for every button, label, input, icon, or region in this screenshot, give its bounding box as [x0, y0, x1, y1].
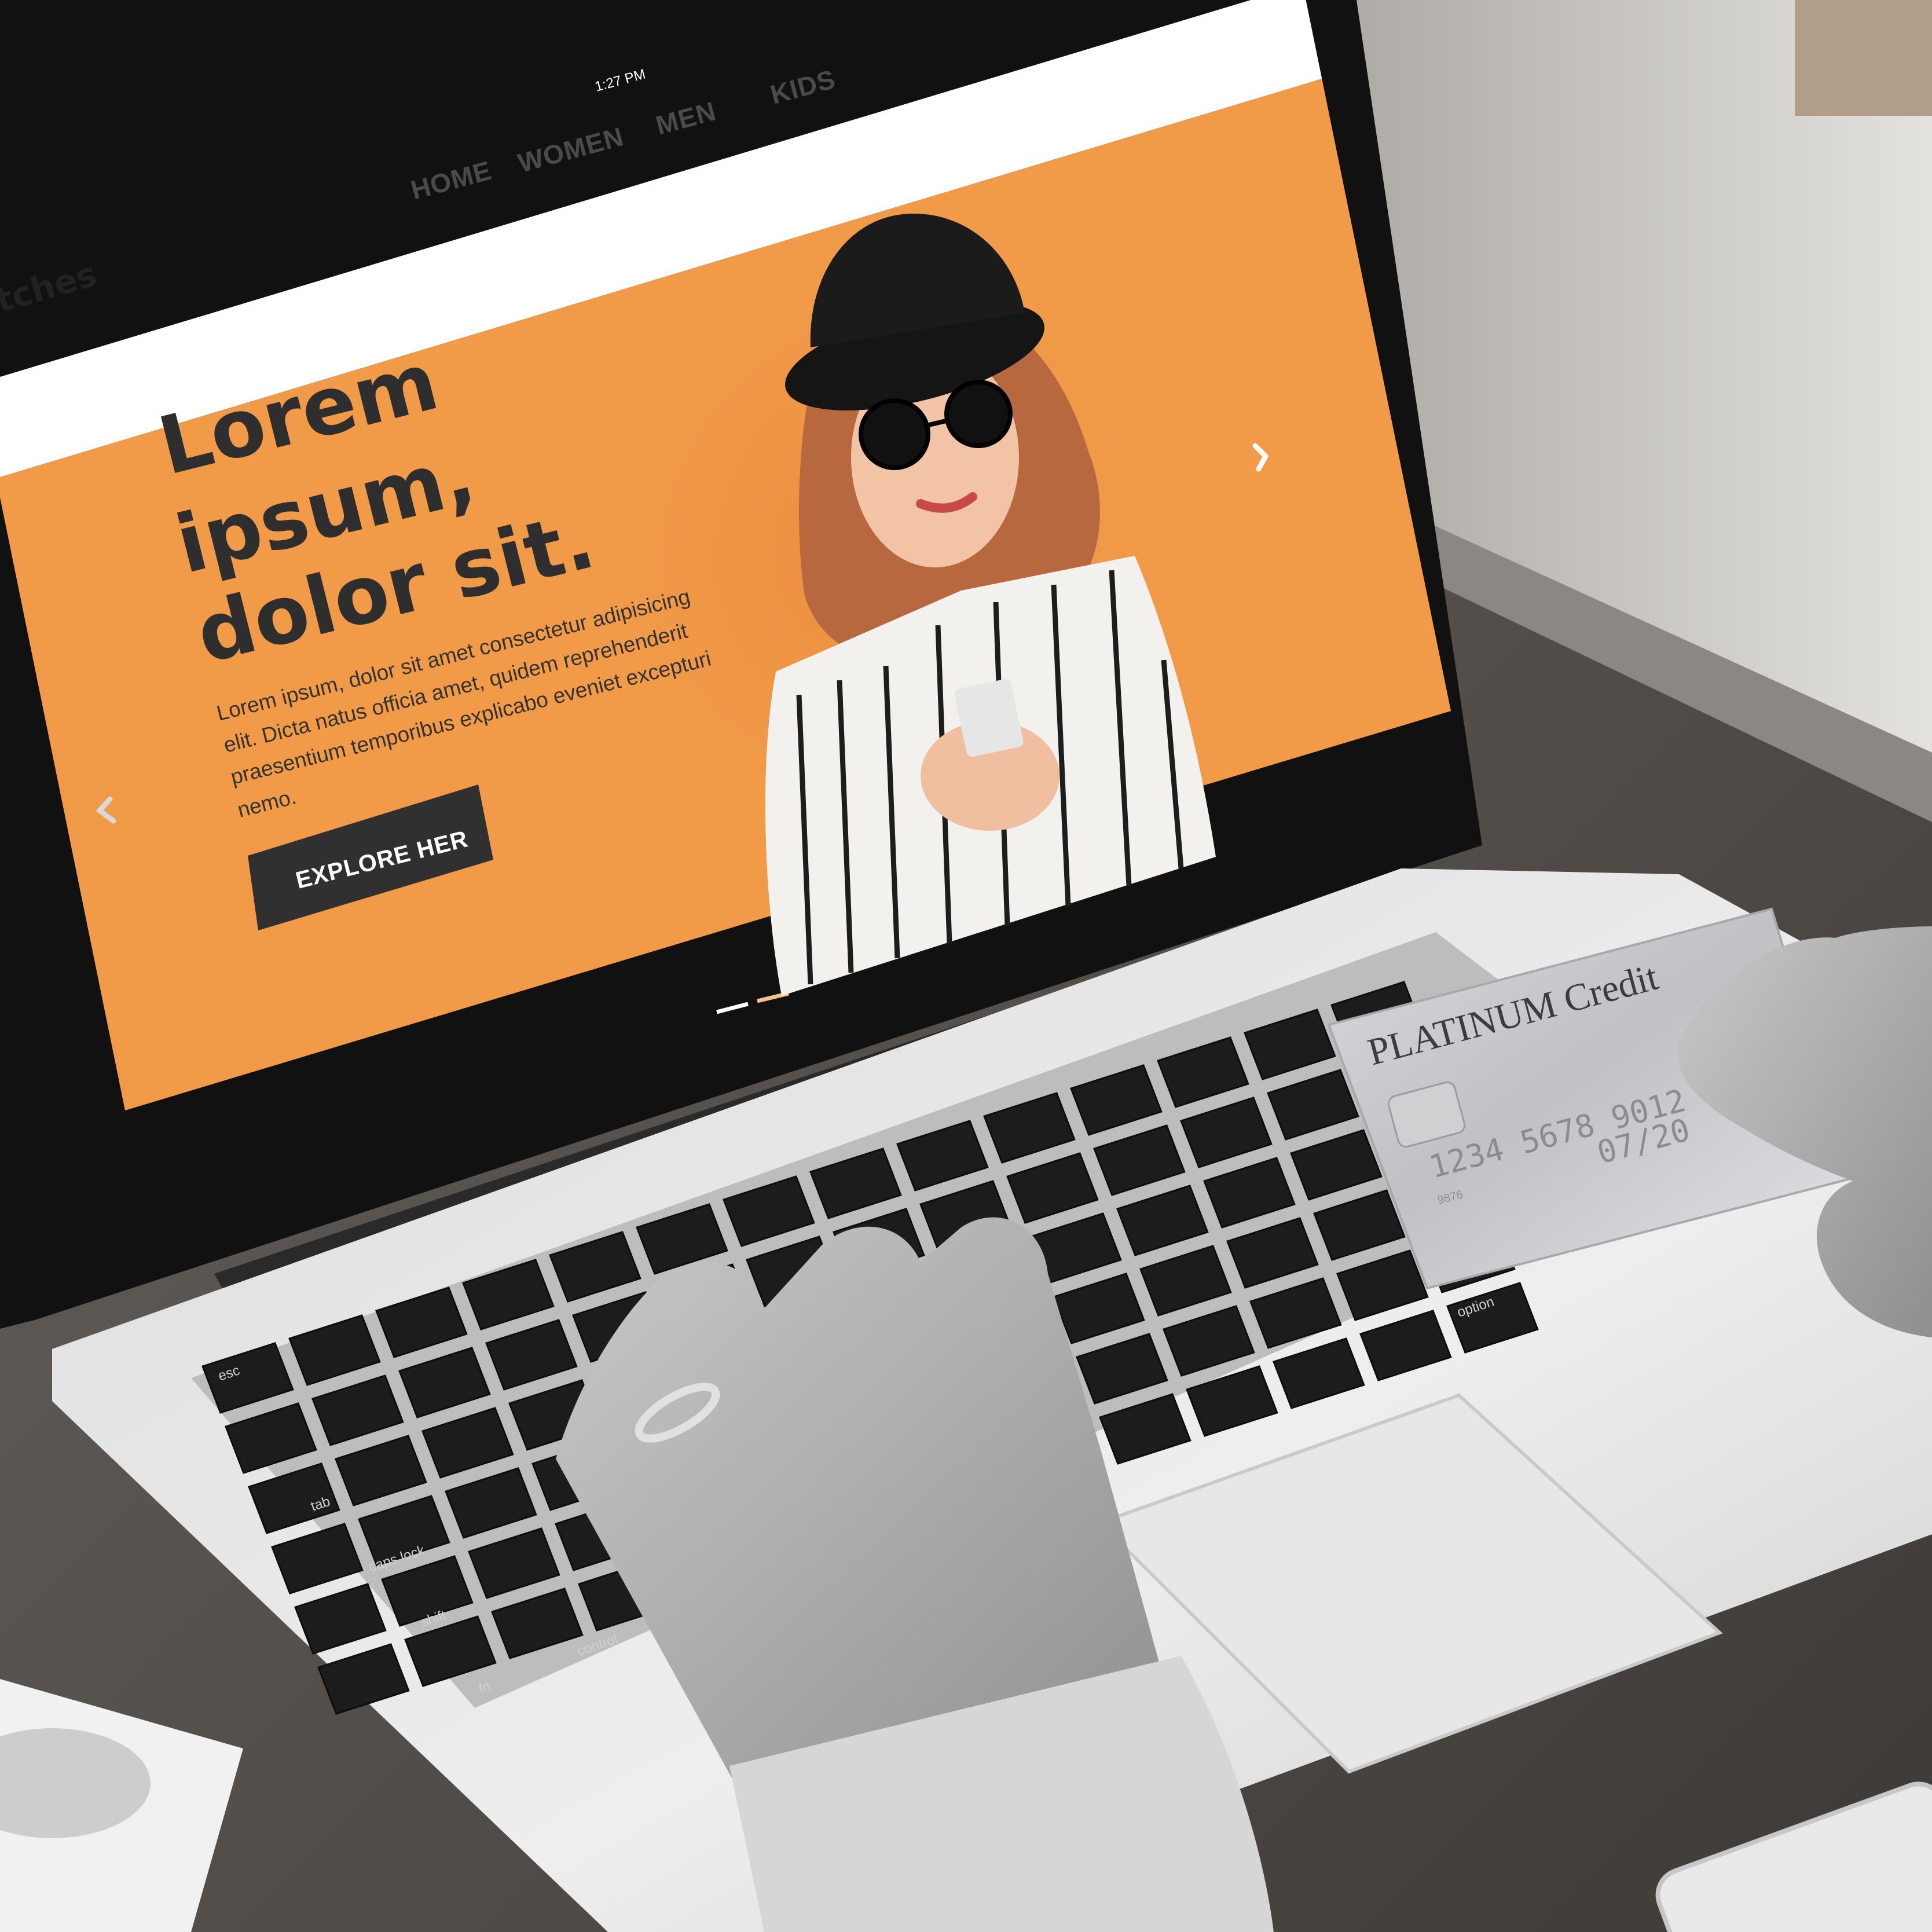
- model-sunglasses-left: [859, 398, 930, 470]
- photo-scene: 1:27 PM tches HOME WOMEN MEN KIDS Lorem …: [0, 0, 1932, 1932]
- model-sunglasses-right: [944, 380, 1013, 448]
- background-object: [1795, 0, 1932, 116]
